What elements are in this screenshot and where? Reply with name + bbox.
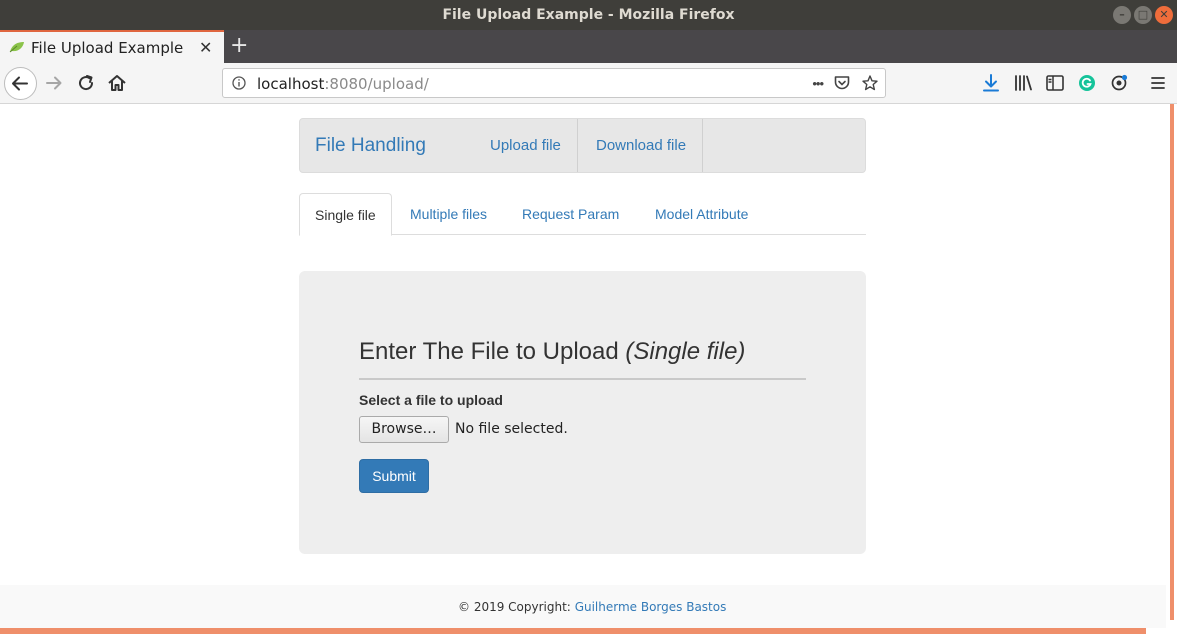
minimize-button[interactable]: –	[1113, 6, 1131, 24]
maximize-button[interactable]: □	[1134, 6, 1152, 24]
tab-strip: File Upload Example ✕ +	[0, 30, 1177, 63]
sidebar-icon[interactable]	[1043, 71, 1067, 95]
tab-title: File Upload Example	[31, 39, 184, 57]
brand-link[interactable]: File Handling	[315, 135, 426, 157]
copyright-text: © 2019 Copyright:	[458, 600, 571, 614]
close-window-button[interactable]: ✕	[1155, 6, 1173, 24]
more-actions-icon[interactable]: •••	[812, 76, 824, 91]
tab-model-attribute[interactable]: Model Attribute	[640, 193, 763, 235]
grammarly-icon[interactable]	[1075, 71, 1099, 95]
file-input-label: Select a file to upload	[359, 392, 503, 408]
url-path: :8080/upload/	[324, 75, 429, 93]
tab-close-icon[interactable]: ✕	[199, 38, 212, 58]
url-text[interactable]: localhost:8080/upload/	[257, 75, 429, 93]
back-button[interactable]	[4, 67, 37, 100]
tab-request-param[interactable]: Request Param	[507, 193, 634, 235]
form-title: Enter The File to Upload (Single file)	[359, 338, 745, 366]
new-tab-button[interactable]: +	[230, 33, 248, 58]
browser-tab[interactable]: File Upload Example ✕	[0, 30, 224, 63]
page-scrollbar[interactable]	[1166, 104, 1177, 634]
file-status-text: No file selected.	[455, 421, 568, 437]
browse-button[interactable]: Browse…	[359, 416, 449, 443]
library-icon[interactable]	[1011, 71, 1035, 95]
url-actions: •••	[812, 74, 879, 92]
scrollbar-thumb[interactable]	[1170, 104, 1174, 620]
form-title-text: Enter The File to Upload	[359, 338, 619, 365]
footer-copyright: © 2019 Copyright: Guilherme Borges Basto…	[458, 600, 726, 614]
window-controls: – □ ✕	[1113, 6, 1173, 24]
bottom-scrollbar[interactable]	[0, 628, 1146, 634]
reload-icon[interactable]	[74, 71, 98, 95]
web-page: File Handling Upload file Download file …	[0, 104, 1166, 628]
account-icon[interactable]	[1107, 71, 1131, 95]
window-titlebar: File Upload Example - Mozilla Firefox – …	[0, 0, 1177, 30]
submit-button[interactable]: Submit	[359, 459, 429, 493]
leaf-icon	[9, 42, 24, 53]
form-title-suffix: (Single file)	[625, 338, 746, 365]
nav-download-file[interactable]: Download file	[580, 119, 704, 172]
url-bar[interactable]: localhost:8080/upload/ •••	[222, 68, 886, 98]
hamburger-menu-icon[interactable]	[1146, 71, 1170, 95]
url-host: localhost	[257, 75, 325, 93]
site-info-icon[interactable]	[232, 76, 246, 90]
upload-type-tabs: Single file Multiple files Request Param…	[299, 193, 866, 236]
upload-form-panel: Enter The File to Upload (Single file) S…	[299, 271, 866, 554]
nav-upload-file[interactable]: Upload file	[474, 119, 578, 172]
pocket-icon[interactable]	[833, 74, 851, 92]
browser-toolbar: localhost:8080/upload/ •••	[0, 63, 1177, 104]
home-icon[interactable]	[105, 71, 129, 95]
author-link[interactable]: Guilherme Borges Bastos	[575, 600, 727, 614]
bookmark-star-icon[interactable]	[861, 74, 879, 92]
tab-single-file[interactable]: Single file	[299, 193, 392, 236]
page-footer: © 2019 Copyright: Guilherme Borges Basto…	[0, 585, 1166, 628]
forward-arrow-icon[interactable]	[42, 71, 66, 95]
tab-multiple-files[interactable]: Multiple files	[395, 193, 502, 235]
downloads-icon[interactable]	[979, 71, 1003, 95]
app-navbar: File Handling Upload file Download file	[299, 118, 866, 173]
back-arrow-icon	[12, 76, 28, 91]
form-divider	[359, 378, 806, 380]
window-title: File Upload Example - Mozilla Firefox	[442, 7, 735, 23]
